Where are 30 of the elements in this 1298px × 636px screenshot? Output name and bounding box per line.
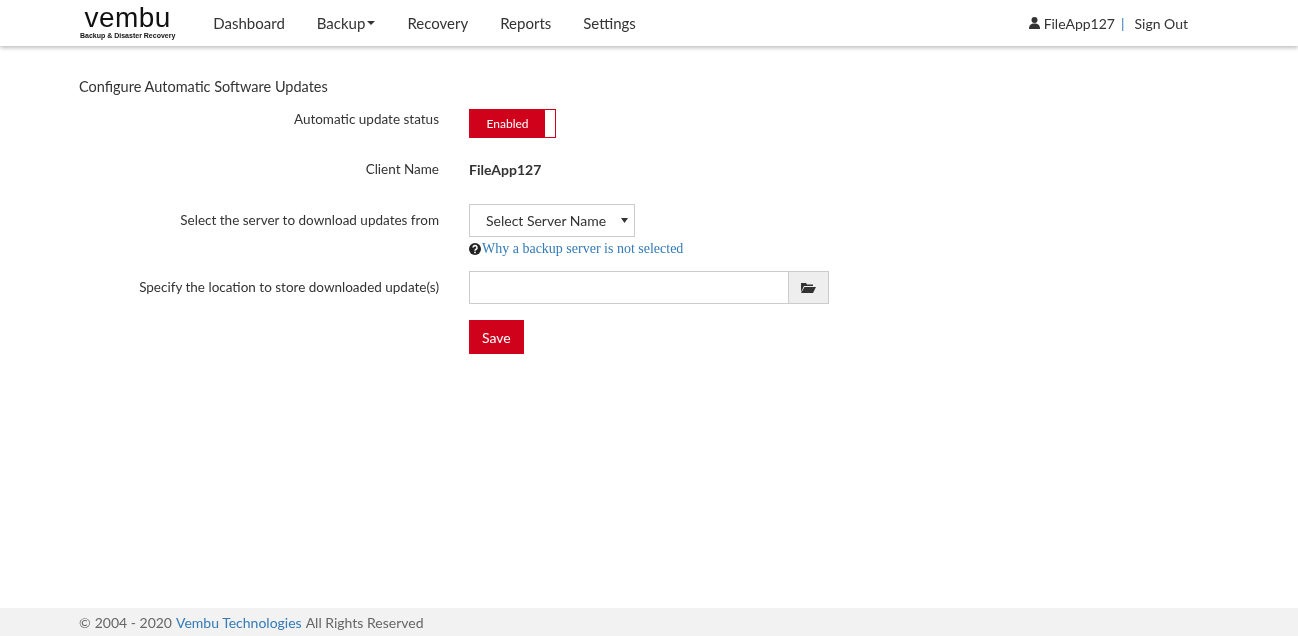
caret-icon (621, 218, 628, 223)
folder-icon (801, 282, 816, 293)
field-label: Select the server to download updates from (179, 211, 439, 228)
nav-link[interactable]: Reports (484, 14, 568, 32)
sign-out-link[interactable]: Sign Out (1134, 14, 1188, 32)
logo-text: vembu (84, 3, 171, 32)
user-name: FileApp127 (1043, 14, 1115, 32)
help-icon (469, 243, 481, 255)
field-label: Automatic update status (292, 110, 439, 127)
company-link[interactable]: Vembu Technologies (176, 613, 302, 631)
location-field[interactable] (469, 271, 789, 304)
save-button[interactable]: Save (469, 320, 524, 354)
user-icon (1028, 17, 1040, 29)
separator: | (1121, 14, 1125, 32)
server-dropdown[interactable]: Select Server Name (469, 204, 635, 237)
help-link[interactable]: Why a backup server is not selected (482, 241, 684, 257)
nav-link[interactable]: Recovery (391, 14, 485, 32)
copyright-icon: © (79, 613, 91, 631)
nav-link[interactable]: Backup (300, 14, 392, 32)
toggle-switch[interactable]: Enabled (469, 109, 556, 138)
field-label: Client Name (364, 161, 439, 177)
nav-link[interactable]: Settings (567, 14, 652, 32)
browse-button[interactable] (789, 271, 829, 304)
nav-link[interactable]: Dashboard (197, 14, 301, 32)
rights-text: All Rights Reserved (305, 613, 424, 631)
page-title: Configure Automatic Software Updates (79, 78, 329, 95)
client-name-value: FileApp127 (469, 161, 543, 178)
field-label: Specify the location to store downloaded update(s) (138, 278, 439, 295)
caret-icon (367, 21, 376, 25)
copyright-years: 2004 - 2020 (94, 613, 172, 631)
